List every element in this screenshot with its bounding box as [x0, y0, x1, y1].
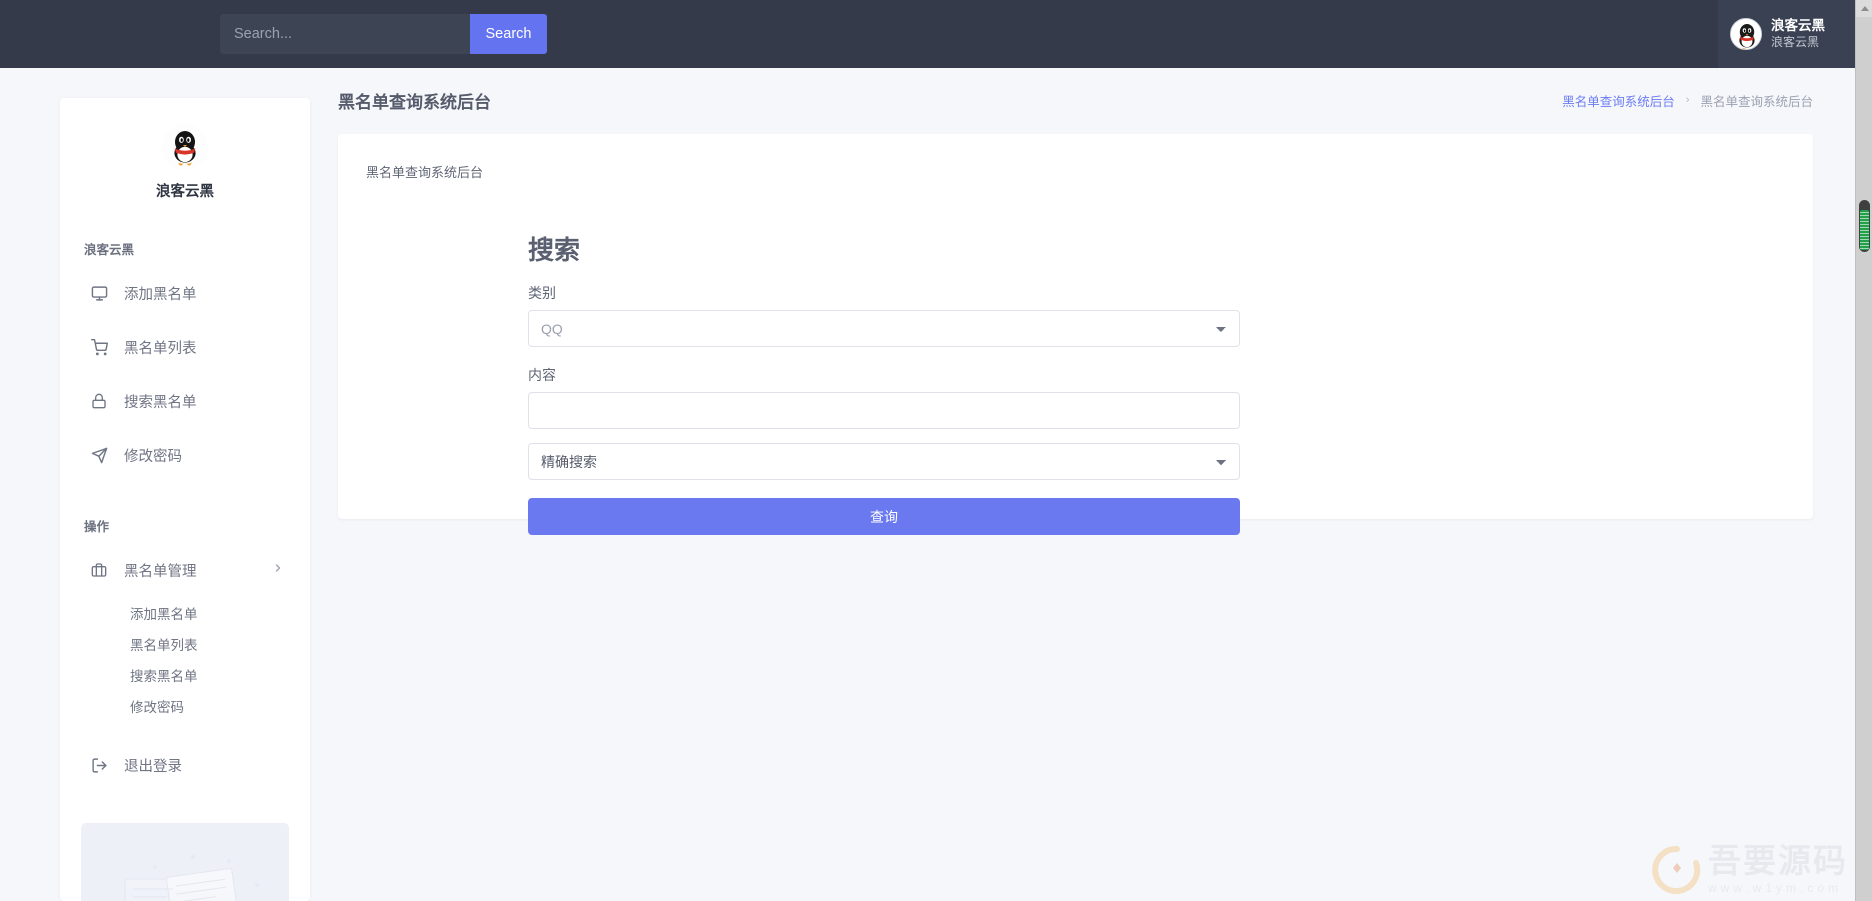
sidebar-brand[interactable]: 浪客云黑 [60, 98, 310, 201]
breadcrumb-separator-icon: › [1686, 94, 1690, 106]
page-title: 黑名单查询系统后台 [338, 88, 491, 113]
card-subtitle: 黑名单查询系统后台 [366, 162, 1813, 181]
content-card: 黑名单查询系统后台 搜索 类别 QQ 内容 精确搜索 查询 [338, 134, 1813, 519]
monitor-icon [88, 282, 110, 304]
search-form: 搜索 类别 QQ 内容 精确搜索 查询 [528, 230, 1240, 535]
page-scrollbar[interactable] [1855, 0, 1872, 901]
sidebar-subitem-change-password[interactable]: 修改密码 [60, 690, 310, 721]
sidebar-item-search-blacklist[interactable]: 搜索黑名单 [60, 374, 310, 428]
sidebar-item-label: 黑名单列表 [124, 337, 197, 358]
sidebar-item-logout[interactable]: 退出登录 [60, 738, 310, 792]
briefcase-icon [88, 559, 110, 581]
content-label: 内容 [528, 365, 1240, 385]
scrollbar-thumb[interactable] [1859, 200, 1870, 252]
chevron-right-icon [272, 562, 284, 578]
nav-group-title-2: 操作 [84, 516, 310, 535]
category-label: 类别 [528, 283, 1240, 303]
global-search-input[interactable] [220, 14, 470, 54]
sidebar-item-blacklist-list[interactable]: 黑名单列表 [60, 320, 310, 374]
global-search-button[interactable]: Search [470, 14, 547, 54]
sidebar-item-change-password[interactable]: 修改密码 [60, 428, 310, 482]
lock-icon [88, 390, 110, 412]
content-input[interactable] [528, 392, 1240, 429]
submit-query-button[interactable]: 查询 [528, 498, 1240, 535]
cart-icon [88, 336, 110, 358]
brand-name: 浪客云黑 [156, 180, 214, 201]
sidebar-item-label: 退出登录 [124, 755, 182, 776]
scrollbar-thumb-fill [1860, 210, 1869, 250]
sidebar: 浪客云黑 浪客云黑 添加黑名单 黑名单列表 搜索黑名单 [60, 98, 310, 901]
sidebar-item-label: 添加黑名单 [124, 283, 197, 304]
nav-group-title-1: 浪客云黑 [84, 239, 310, 258]
user-menu[interactable]: 浪客云黑 浪客云黑 [1718, 0, 1855, 68]
page-header: 黑名单查询系统后台 黑名单查询系统后台 › 黑名单查询系统后台 [310, 68, 1855, 118]
sidebar-item-add-blacklist[interactable]: 添加黑名单 [60, 266, 310, 320]
brand-logo-icon [162, 124, 208, 170]
sidebar-subitem-search-blacklist[interactable]: 搜索黑名单 [60, 659, 310, 690]
form-title: 搜索 [528, 230, 1240, 267]
breadcrumb-link[interactable]: 黑名单查询系统后台 [1562, 91, 1675, 110]
sidebar-subitem-add-blacklist[interactable]: 添加黑名单 [60, 597, 310, 628]
category-select[interactable]: QQ [528, 310, 1240, 347]
sidebar-item-blacklist-management[interactable]: 黑名单管理 [60, 543, 310, 597]
main-content: 黑名单查询系统后台 黑名单查询系统后台 › 黑名单查询系统后台 黑名单查询系统后… [310, 68, 1855, 901]
global-search-group: Search [220, 14, 547, 54]
scrollbar-up-arrow-icon[interactable] [1856, 0, 1872, 17]
logout-icon [88, 754, 110, 776]
sidebar-subitem-blacklist-list[interactable]: 黑名单列表 [60, 628, 310, 659]
mode-select[interactable]: 精确搜索 [528, 443, 1240, 480]
sidebar-item-label: 搜索黑名单 [124, 391, 197, 412]
send-icon [88, 444, 110, 466]
sidebar-item-label: 修改密码 [124, 445, 182, 466]
sidebar-promo-card [81, 823, 289, 901]
user-labels: 浪客云黑 浪客云黑 [1771, 18, 1825, 50]
breadcrumb-current: 黑名单查询系统后台 [1700, 91, 1813, 110]
user-name: 浪客云黑 [1771, 18, 1825, 35]
sidebar-item-label: 黑名单管理 [124, 560, 197, 581]
top-bar: Search 浪客云黑 浪客云黑 [0, 0, 1855, 68]
user-subtitle: 浪客云黑 [1771, 35, 1825, 50]
breadcrumb: 黑名单查询系统后台 › 黑名单查询系统后台 [1562, 91, 1813, 110]
avatar [1730, 18, 1762, 50]
